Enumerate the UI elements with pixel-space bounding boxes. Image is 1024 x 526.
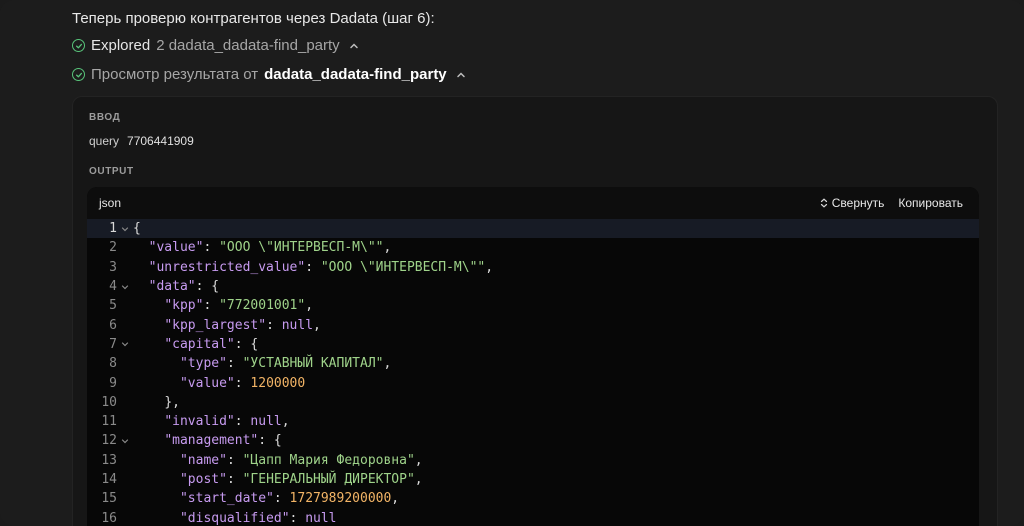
line-number: 12 — [101, 433, 117, 449]
line-number: 14 — [101, 472, 117, 487]
code-line: 10 }, — [87, 393, 979, 412]
code-text: { — [133, 221, 141, 237]
fold-chevron-icon[interactable] — [117, 340, 133, 348]
collapse-label: Свернуть — [831, 196, 885, 210]
input-section-label: ВВОД — [89, 112, 121, 123]
query-row: query 7706441909 — [89, 134, 194, 148]
code-text: "value": "ООО \"ИНТЕРВЕСП-М\"", — [148, 240, 392, 256]
code-line: 12 "management": { — [87, 431, 979, 450]
code-line: 15 "start_date": 1727989200000, — [87, 489, 979, 508]
code-line: 2 "value": "ООО \"ИНТЕРВЕСП-М\"", — [87, 238, 979, 257]
code-text: "kpp_largest": null, — [164, 317, 321, 333]
code-line: 13 "name": "Цапп Мария Федоровна", — [87, 451, 979, 470]
code-text: "value": 1200000 — [179, 375, 306, 391]
code-line: 5 "kpp": "772001001", — [87, 296, 979, 315]
chat-window: Теперь проверю контрагентов через Dadata… — [0, 0, 1024, 526]
code-text: "data": { — [148, 279, 220, 295]
line-number: 1 — [109, 221, 117, 237]
line-number: 11 — [101, 414, 117, 430]
code-text: }, — [164, 394, 180, 410]
line-number: 16 — [101, 510, 117, 526]
code-text: "kpp": "772001001", — [164, 298, 314, 314]
fold-chevron-icon[interactable] — [117, 283, 133, 291]
code-text: "invalid": null, — [164, 414, 290, 430]
code-line: 8 "type": "УСТАВНЫЙ КАПИТАЛ", — [87, 354, 979, 373]
line-number: 5 — [109, 298, 117, 314]
code-block[interactable]: json Свернуть Копировать 1{2 "value": "О… — [87, 187, 979, 526]
code-text: "post": "ГЕНЕРАЛЬНЫЙ ДИРЕКТОР", — [179, 472, 423, 487]
line-number: 13 — [101, 452, 117, 468]
line-number: 2 — [109, 240, 117, 256]
step-label: 2 dadata_dadata-find_party — [156, 37, 340, 54]
check-circle-icon — [72, 68, 85, 81]
result-step[interactable]: Просмотр результата от dadata_dadata-fin… — [72, 66, 466, 83]
code-text: "disqualified": null — [179, 510, 337, 526]
chevron-up-icon — [456, 71, 465, 77]
line-number: 6 — [109, 317, 117, 333]
query-value: 7706441909 — [127, 134, 194, 148]
assistant-message: Теперь проверю контрагентов через Dadata… — [72, 10, 435, 27]
explored-step[interactable]: Explored 2 dadata_dadata-find_party — [72, 37, 359, 54]
check-circle-icon — [72, 39, 85, 52]
line-number: 3 — [109, 259, 117, 275]
fold-chevron-icon[interactable] — [117, 437, 133, 445]
chevron-up-icon — [349, 42, 358, 48]
code-line: 7 "capital": { — [87, 335, 979, 354]
code-line: 6 "kpp_largest": null, — [87, 315, 979, 334]
step-label-bold: Explored — [91, 37, 151, 54]
chevrons-updown-icon — [820, 198, 827, 208]
tool-name: dadata_dadata-find_party — [264, 66, 447, 83]
code-text: "unrestricted_value": "ООО \"ИНТЕРВЕСП-М… — [148, 259, 494, 275]
code-language: json — [99, 196, 122, 210]
output-section-label: OUTPUT — [89, 166, 134, 177]
copy-button[interactable]: Копировать — [898, 196, 963, 210]
fold-chevron-icon[interactable] — [117, 225, 133, 233]
code-line: 16 "disqualified": null — [87, 508, 979, 526]
line-number: 8 — [109, 356, 117, 372]
code-text: "capital": { — [164, 336, 259, 352]
code-line: 14 "post": "ГЕНЕРАЛЬНЫЙ ДИРЕКТОР", — [87, 470, 979, 489]
line-number: 15 — [101, 491, 117, 507]
line-number: 9 — [109, 375, 117, 391]
code-header: json Свернуть Копировать — [87, 187, 979, 219]
line-number: 4 — [109, 279, 117, 295]
code-line: 1{ — [87, 219, 979, 239]
line-number: 10 — [101, 394, 117, 410]
collapse-button[interactable]: Свернуть — [820, 196, 885, 210]
query-key: query — [89, 134, 120, 148]
tool-result-panel: ВВОД query 7706441909 OUTPUT json Свернут… — [72, 96, 998, 526]
code-line: 4 "data": { — [87, 277, 979, 296]
code-line: 9 "value": 1200000 — [87, 373, 979, 392]
code-line: 3 "unrestricted_value": "ООО \"ИНТЕРВЕСП… — [87, 258, 979, 277]
line-number: 7 — [109, 336, 117, 352]
code-text: "management": { — [164, 433, 282, 449]
code-text: "start_date": 1727989200000, — [179, 491, 400, 507]
code-lines: 1{2 "value": "ООО \"ИНТЕРВЕСП-М\"", 3 "un… — [87, 219, 979, 526]
step-label: Просмотр результата от — [91, 66, 259, 83]
code-text: "type": "УСТАВНЫЙ КАПИТАЛ", — [179, 356, 392, 372]
code-line: 11 "invalid": null, — [87, 412, 979, 431]
code-text: "name": "Цапп Мария Федоровна", — [179, 452, 423, 468]
